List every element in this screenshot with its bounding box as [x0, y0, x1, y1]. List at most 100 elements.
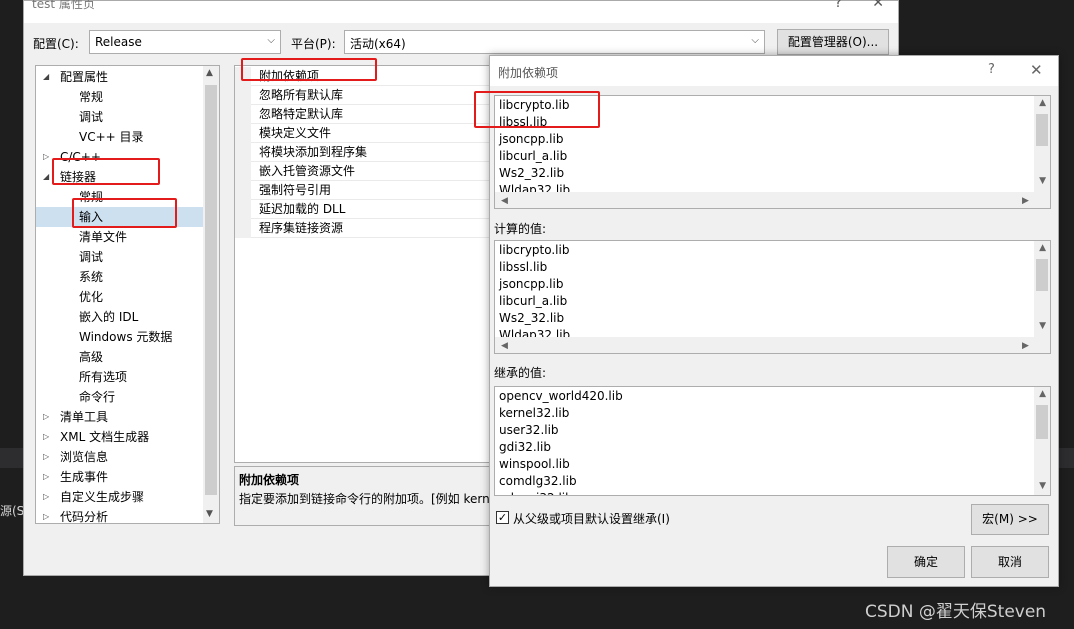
- scroll-right-icon[interactable]: ▶: [1022, 341, 1029, 351]
- inherit-checkbox[interactable]: ✓: [496, 511, 509, 524]
- dialog-titlebar: 附加依赖项 ? ✕: [490, 56, 1058, 86]
- tree-item[interactable]: 清单文件: [36, 227, 203, 247]
- tree-item[interactable]: 常规: [36, 87, 203, 107]
- inherited-value-line: gdi32.lib: [499, 440, 551, 454]
- tree-item[interactable]: Windows 元数据: [36, 327, 203, 347]
- property-row[interactable]: 嵌入托管资源文件: [235, 162, 493, 181]
- collapsed-arrow-icon[interactable]: ▷: [43, 427, 49, 447]
- inherited-box-scroll-thumb[interactable]: [1036, 405, 1048, 439]
- edit-box-scroll-thumb[interactable]: [1036, 114, 1048, 146]
- tree-item-label: 嵌入的 IDL: [79, 310, 139, 324]
- property-row[interactable]: 忽略所有默认库: [235, 86, 493, 105]
- property-row[interactable]: 强制符号引用: [235, 181, 493, 200]
- scroll-corner: [1034, 192, 1050, 208]
- row-gutter: [235, 219, 251, 238]
- computed-box-hscrollbar[interactable]: [495, 337, 1034, 353]
- ide-left-text: 源(S: [0, 504, 25, 518]
- close-icon[interactable]: ✕: [872, 0, 884, 11]
- collapsed-arrow-icon[interactable]: ▷: [43, 507, 49, 523]
- property-row[interactable]: 附加依赖项: [235, 67, 493, 86]
- inherited-box-scrollbar[interactable]: [1034, 387, 1050, 495]
- collapsed-arrow-icon[interactable]: ▷: [43, 447, 49, 467]
- platform-label: 平台(P):: [291, 37, 336, 51]
- tree-item[interactable]: 所有选项: [36, 367, 203, 387]
- scroll-right-icon[interactable]: ▶: [1022, 196, 1029, 206]
- tree-item[interactable]: 输入: [36, 207, 203, 227]
- tree-item[interactable]: ▷ 清单工具: [36, 407, 203, 427]
- config-select[interactable]: Release ⌵: [89, 30, 281, 54]
- tree-item[interactable]: ▷ 浏览信息: [36, 447, 203, 467]
- collapsed-arrow-icon[interactable]: ▷: [43, 407, 49, 427]
- tree-item[interactable]: ▷ C/C++: [36, 147, 203, 167]
- tree-item[interactable]: VC++ 目录: [36, 127, 203, 147]
- tree-item-label: Windows 元数据: [79, 330, 173, 344]
- inherit-checkbox-label[interactable]: 从父级或项目默认设置继承(I): [513, 510, 670, 527]
- scroll-left-icon[interactable]: ◀: [501, 341, 508, 351]
- scroll-up-icon[interactable]: ▲: [1039, 98, 1046, 108]
- tree-item[interactable]: ▷ 自定义生成步骤: [36, 487, 203, 507]
- scroll-left-icon[interactable]: ◀: [501, 196, 508, 206]
- macro-button[interactable]: 宏(M) >>: [971, 504, 1049, 535]
- scroll-down-icon[interactable]: ▼: [206, 509, 213, 519]
- property-row[interactable]: 程序集链接资源: [235, 219, 493, 238]
- tree-item[interactable]: ◢ 配置属性: [36, 67, 203, 87]
- tree-item[interactable]: 系统: [36, 267, 203, 287]
- tree-item[interactable]: 调试: [36, 247, 203, 267]
- ide-panel-strip: [0, 448, 24, 468]
- collapsed-arrow-icon[interactable]: ▷: [43, 487, 49, 507]
- row-gutter: [235, 143, 251, 162]
- tree-item[interactable]: ▷ 生成事件: [36, 467, 203, 487]
- tree-item-label: 命令行: [79, 390, 116, 404]
- property-row-label: 强制符号引用: [259, 183, 332, 197]
- property-row[interactable]: 忽略特定默认库: [235, 105, 493, 124]
- scroll-up-icon[interactable]: ▲: [1039, 243, 1046, 253]
- tree-item[interactable]: ▷ 代码分析: [36, 507, 203, 523]
- property-row-label: 程序集链接资源: [259, 221, 344, 235]
- inherited-values-box: opencv_world420.lib kernel32.lib user32.li…: [494, 386, 1051, 496]
- scroll-down-icon[interactable]: ▼: [1039, 321, 1046, 331]
- scroll-up-icon[interactable]: ▲: [1039, 389, 1046, 399]
- tree-item[interactable]: 优化: [36, 287, 203, 307]
- computed-value-line: libssl.lib: [499, 260, 548, 274]
- property-row[interactable]: 将模块添加到程序集: [235, 143, 493, 162]
- scroll-down-icon[interactable]: ▼: [1039, 481, 1046, 491]
- config-label: 配置(C):: [33, 37, 79, 51]
- tree-item[interactable]: 调试: [36, 107, 203, 127]
- checkmark-icon: ✓: [497, 511, 508, 524]
- dialog-title: 附加依赖项: [498, 66, 559, 80]
- tree-item[interactable]: ▷ XML 文档生成器: [36, 427, 203, 447]
- property-description: 附加依赖项 指定要添加到链接命令行的附加项。[例如 kern: [234, 466, 494, 526]
- help-icon[interactable]: ?: [835, 0, 842, 11]
- collapsed-arrow-icon[interactable]: ▷: [43, 467, 49, 487]
- edit-box-hscrollbar[interactable]: [495, 192, 1034, 208]
- expanded-arrow-icon[interactable]: ◢: [43, 167, 49, 187]
- tree-item[interactable]: 嵌入的 IDL: [36, 307, 203, 327]
- cancel-button[interactable]: 取消: [971, 546, 1049, 578]
- tree-scroll-thumb[interactable]: [205, 85, 217, 495]
- tree-item-label: 系统: [79, 270, 104, 284]
- property-row[interactable]: 模块定义文件: [235, 124, 493, 143]
- dependencies-edit-box[interactable]: libcrypto.lib libssl.lib jsoncpp.lib libcur…: [494, 95, 1051, 209]
- description-title: 附加依赖项: [239, 473, 300, 487]
- tree-item-label: XML 文档生成器: [60, 430, 150, 444]
- tree-item[interactable]: 高级: [36, 347, 203, 367]
- close-icon[interactable]: ✕: [1030, 61, 1043, 79]
- tree-item-label: 常规: [79, 90, 104, 104]
- expanded-arrow-icon[interactable]: ◢: [43, 67, 49, 87]
- tree-item[interactable]: 命令行: [36, 387, 203, 407]
- collapsed-arrow-icon[interactable]: ▷: [43, 147, 49, 167]
- tree-item-label: 调试: [79, 110, 104, 124]
- computed-box-scroll-thumb[interactable]: [1036, 259, 1048, 291]
- scroll-up-icon[interactable]: ▲: [206, 68, 213, 78]
- platform-select[interactable]: 活动(x64) ⌵: [344, 30, 765, 54]
- dependency-line: libssl.lib: [499, 115, 548, 129]
- help-icon[interactable]: ?: [988, 62, 995, 77]
- config-manager-button[interactable]: 配置管理器(O)...: [777, 29, 889, 55]
- tree-item[interactable]: ◢ 链接器: [36, 167, 203, 187]
- tree-item[interactable]: 常规: [36, 187, 203, 207]
- property-row[interactable]: 延迟加载的 DLL: [235, 200, 493, 219]
- ok-button[interactable]: 确定: [887, 546, 965, 578]
- property-row-label: 延迟加载的 DLL: [259, 202, 346, 216]
- row-gutter: [235, 181, 251, 200]
- scroll-down-icon[interactable]: ▼: [1039, 176, 1046, 186]
